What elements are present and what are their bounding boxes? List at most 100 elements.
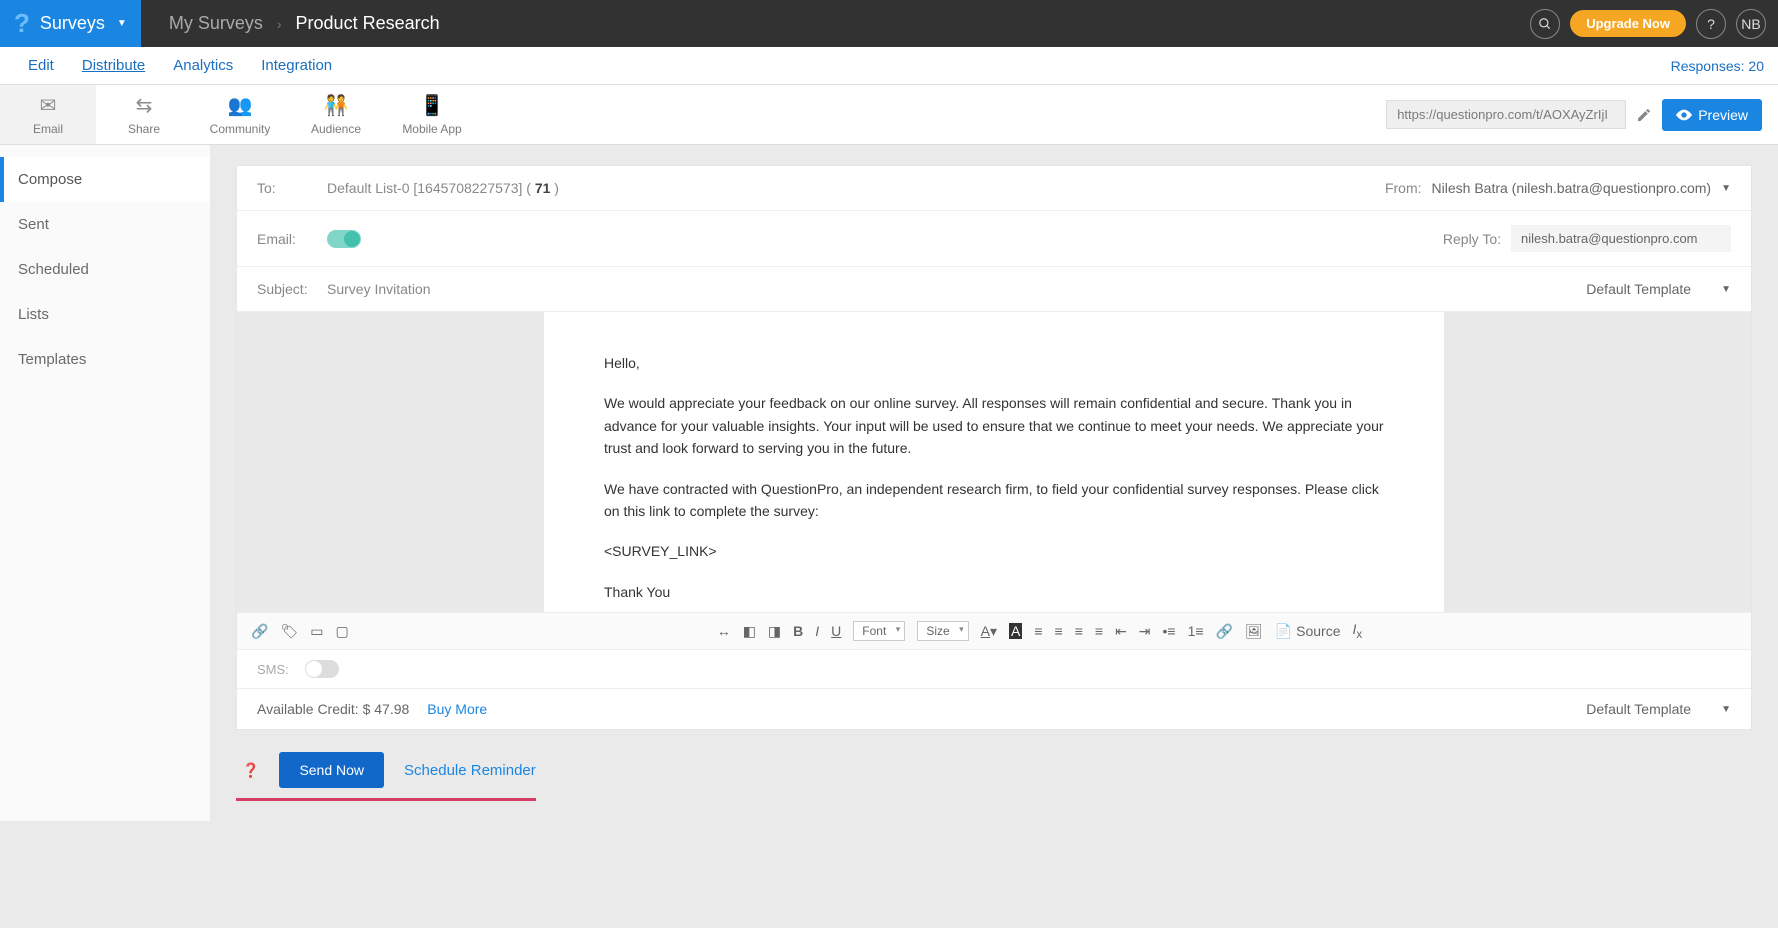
- brand-label: Surveys: [40, 13, 105, 34]
- to-label: To:: [257, 180, 327, 196]
- outdent-button[interactable]: ⇤: [1115, 623, 1127, 640]
- dist-label: Community: [210, 122, 271, 136]
- tag-button[interactable]: 🏷: [280, 623, 298, 640]
- preview-button[interactable]: Preview: [1662, 99, 1762, 131]
- indent-button[interactable]: ⇥: [1139, 623, 1151, 640]
- send-now-button[interactable]: Send Now: [279, 752, 384, 788]
- sidebar-item-scheduled[interactable]: Scheduled: [0, 247, 210, 292]
- link-button[interactable]: 🔗: [251, 623, 268, 640]
- tab-analytics[interactable]: Analytics: [159, 57, 247, 74]
- subject-label: Subject:: [257, 281, 327, 297]
- text-color-button[interactable]: A▾: [981, 623, 997, 640]
- from-label: From:: [1385, 180, 1422, 196]
- email-p4: <SURVEY_LINK>: [604, 540, 1384, 562]
- highlight-button[interactable]: A: [1009, 623, 1022, 639]
- reply-to-label: Reply To:: [1443, 231, 1501, 247]
- bold-button[interactable]: B: [793, 623, 803, 639]
- to-value[interactable]: Default List-0 [1645708227573] ( 71 ): [327, 180, 559, 196]
- italic-button[interactable]: I: [815, 623, 819, 639]
- insert-image-button[interactable]: 🖼: [1245, 623, 1263, 640]
- dist-label: Audience: [311, 122, 361, 136]
- credit-label: Available Credit: $ 47.98: [257, 701, 409, 717]
- chevron-down-icon: ▼: [1721, 704, 1731, 715]
- sidebar-item-compose[interactable]: Compose: [0, 157, 210, 202]
- email-toggle[interactable]: [327, 230, 361, 248]
- breadcrumb: My Surveys › Product Research: [141, 0, 440, 47]
- dist-label: Email: [33, 122, 63, 136]
- mobile-icon: 📱: [420, 93, 445, 118]
- expand-button[interactable]: ↔: [717, 623, 731, 639]
- sms-toggle[interactable]: [305, 660, 339, 678]
- layout-button[interactable]: ▢: [335, 623, 348, 640]
- responses-count[interactable]: Responses: 20: [1671, 58, 1764, 74]
- subject-value[interactable]: Survey Invitation: [327, 281, 431, 297]
- compose-panel: To: Default List-0 [1645708227573] ( 71 …: [236, 165, 1752, 730]
- align-center-button[interactable]: ≡: [1055, 623, 1063, 639]
- send-actions: ❓ Send Now Schedule Reminder: [236, 730, 1752, 792]
- bg-color-button[interactable]: ◨: [768, 623, 781, 640]
- sms-template-select[interactable]: Default Template ▼: [1586, 701, 1731, 717]
- edit-url-button[interactable]: [1636, 107, 1652, 123]
- template-select[interactable]: Default Template ▼: [1586, 281, 1731, 297]
- from-dropdown[interactable]: ▼: [1721, 183, 1731, 194]
- help-button[interactable]: ?: [1696, 9, 1726, 39]
- dist-share[interactable]: ⇆ Share: [96, 93, 192, 136]
- breadcrumb-root[interactable]: My Surveys: [169, 13, 263, 34]
- tab-integration[interactable]: Integration: [247, 57, 346, 74]
- number-list-button[interactable]: 1≡: [1188, 623, 1204, 639]
- insert-link-button[interactable]: 🔗: [1216, 623, 1233, 640]
- sms-label: SMS:: [257, 662, 289, 677]
- chevron-down-icon: ▼: [1721, 284, 1731, 295]
- main-tabs: Edit Distribute Analytics Integration Re…: [0, 47, 1778, 85]
- search-button[interactable]: [1530, 9, 1560, 39]
- top-bar: ? Surveys ▼ My Surveys › Product Researc…: [0, 0, 1778, 47]
- fill-color-button[interactable]: ◧: [743, 623, 756, 640]
- breadcrumb-current: Product Research: [296, 13, 440, 34]
- eye-icon: [1676, 109, 1692, 121]
- tab-distribute[interactable]: Distribute: [68, 57, 159, 74]
- editor-toolbar: 🔗 🏷 ▭ ▢ ↔ ◧ ◨ B I U Font Size A▾ A: [237, 612, 1751, 650]
- tab-edit[interactable]: Edit: [14, 57, 68, 74]
- dist-audience[interactable]: 🧑‍🤝‍🧑 Audience: [288, 93, 384, 136]
- dist-email[interactable]: ✉ Email: [0, 85, 96, 144]
- content-area: To: Default List-0 [1645708227573] ( 71 …: [210, 145, 1778, 821]
- sidebar-item-lists[interactable]: Lists: [0, 292, 210, 337]
- email-label: Email:: [257, 231, 327, 247]
- dist-community[interactable]: 👥 Community: [192, 93, 288, 136]
- underline-button[interactable]: U: [831, 623, 841, 639]
- email-body-preview[interactable]: Hello, We would appreciate your feedback…: [237, 312, 1751, 612]
- sidebar: Compose Sent Scheduled Lists Templates: [0, 145, 210, 821]
- schedule-reminder-link[interactable]: Schedule Reminder: [404, 762, 536, 779]
- help-icon[interactable]: ❓: [242, 762, 259, 779]
- bullet-list-button[interactable]: •≡: [1163, 623, 1176, 639]
- audience-icon: 🧑‍🤝‍🧑: [324, 93, 349, 118]
- brand-switcher[interactable]: ? Surveys ▼: [0, 0, 141, 47]
- user-avatar[interactable]: NB: [1736, 9, 1766, 39]
- preview-label: Preview: [1698, 107, 1748, 123]
- reply-to-field[interactable]: nilesh.batra@questionpro.com: [1511, 225, 1731, 252]
- sms-template-label: Default Template: [1586, 701, 1691, 717]
- align-justify-button[interactable]: ≡: [1095, 623, 1103, 639]
- buy-more-link[interactable]: Buy More: [427, 701, 487, 717]
- font-select[interactable]: Font: [853, 621, 905, 641]
- search-icon: [1538, 17, 1552, 31]
- size-select[interactable]: Size: [917, 621, 968, 641]
- dist-right: https://questionpro.com/t/AOXAyZrIjI Pre…: [1386, 99, 1778, 131]
- email-p2: We would appreciate your feedback on our…: [604, 392, 1384, 459]
- email-p1: Hello,: [604, 352, 1384, 374]
- align-left-button[interactable]: ≡: [1034, 623, 1042, 639]
- dist-label: Mobile App: [402, 122, 461, 136]
- dist-mobile[interactable]: 📱 Mobile App: [384, 93, 480, 136]
- share-icon: ⇆: [136, 93, 153, 118]
- clear-format-button[interactable]: Ix: [1352, 621, 1362, 641]
- from-value: Nilesh Batra (nilesh.batra@questionpro.c…: [1432, 180, 1712, 196]
- upgrade-button[interactable]: Upgrade Now: [1570, 10, 1686, 37]
- sidebar-item-templates[interactable]: Templates: [0, 337, 210, 382]
- source-button[interactable]: 📄 Source: [1275, 623, 1341, 640]
- email-p3: We have contracted with QuestionPro, an …: [604, 478, 1384, 523]
- highlight-underline: [236, 798, 536, 801]
- survey-url-field[interactable]: https://questionpro.com/t/AOXAyZrIjI: [1386, 100, 1626, 129]
- card-button[interactable]: ▭: [310, 623, 323, 640]
- sidebar-item-sent[interactable]: Sent: [0, 202, 210, 247]
- align-right-button[interactable]: ≡: [1075, 623, 1083, 639]
